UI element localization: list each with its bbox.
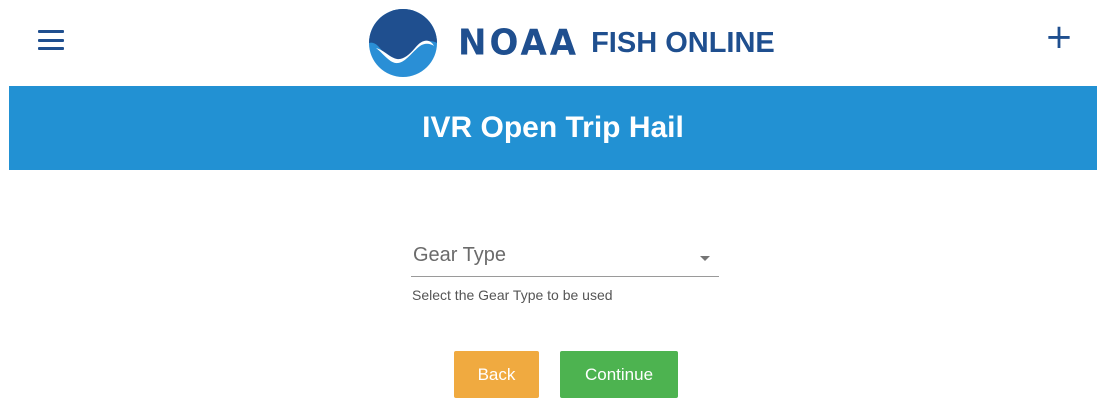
app-header: NOAA FISH ONLINE + — [0, 0, 1097, 86]
brand-name: FISH ONLINE — [591, 26, 775, 59]
plus-icon[interactable]: + — [1043, 18, 1075, 56]
page-title: IVR Open Trip Hail — [422, 111, 684, 144]
title-banner: IVR Open Trip Hail — [9, 86, 1097, 170]
hamburger-menu-icon[interactable] — [38, 30, 64, 50]
gear-type-select[interactable]: Gear Type — [411, 238, 719, 277]
page: NOAA FISH ONLINE + IVR Open Trip Hail Ge… — [0, 0, 1097, 398]
continue-button[interactable]: Continue — [560, 351, 678, 398]
gear-type-helper-text: Select the Gear Type to be used — [412, 287, 613, 303]
noaa-emblem-icon — [369, 9, 437, 77]
menu-bar — [38, 47, 64, 50]
menu-bar — [38, 38, 64, 42]
menu-bar — [38, 30, 64, 33]
caret-down-icon — [700, 256, 710, 261]
brand-logo[interactable]: NOAA FISH ONLINE — [368, 8, 775, 78]
noaa-logo-wordmark: NOAA — [458, 22, 580, 65]
back-button[interactable]: Back — [454, 351, 539, 398]
gear-type-label: Gear Type — [413, 244, 507, 266]
